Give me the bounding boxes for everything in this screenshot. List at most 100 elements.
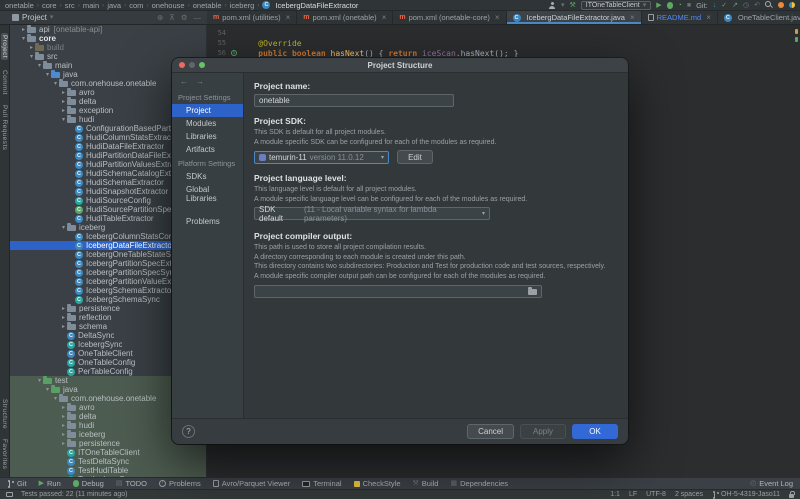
tool-button-avro-parquet-viewer[interactable]: Avro/Parquet Viewer: [213, 479, 291, 488]
tree-item[interactable]: CTestDeltaSync: [10, 457, 206, 466]
history-icon[interactable]: ◷: [743, 2, 749, 9]
editor-tab[interactable]: mpom.xml (utilities)×: [207, 11, 297, 24]
chevron-down-icon[interactable]: ▾: [44, 386, 51, 393]
edit-sdk-button[interactable]: Edit: [397, 150, 433, 164]
file-encoding[interactable]: UTF-8: [646, 491, 666, 498]
run-icon[interactable]: ▶: [656, 2, 661, 9]
collapse-all-icon[interactable]: ⊼: [169, 14, 175, 22]
settings-icon[interactable]: ⚙: [181, 14, 188, 22]
profiler-icon[interactable]: ◔: [678, 2, 682, 9]
chevron-down-icon[interactable]: ▾: [36, 62, 43, 69]
compiler-output-input[interactable]: [254, 285, 542, 298]
tool-button-run[interactable]: ▶Run: [39, 479, 61, 488]
close-icon[interactable]: ×: [495, 13, 500, 22]
zoom-button[interactable]: [199, 62, 205, 68]
forward-icon[interactable]: →: [196, 77, 204, 86]
folder-icon[interactable]: [528, 289, 537, 295]
line-ending[interactable]: LF: [629, 491, 637, 498]
dialog-nav-item-global-libraries[interactable]: Global Libraries: [172, 183, 243, 205]
editor-tab[interactable]: COneTableClient.java×: [718, 11, 800, 24]
project-name-input[interactable]: onetable: [254, 94, 454, 107]
back-icon[interactable]: ←: [180, 77, 188, 86]
dialog-nav-item-project[interactable]: Project: [172, 104, 243, 117]
toolwindow-pull-requests[interactable]: Pull Requests: [1, 105, 8, 150]
dialog-nav-item-libraries[interactable]: Libraries: [172, 130, 243, 143]
dialog-nav-item-sdks[interactable]: SDKs: [172, 170, 243, 183]
chevron-right-icon[interactable]: ▸: [28, 44, 35, 51]
toolwindow-structure[interactable]: Structure: [1, 399, 8, 429]
commit-icon[interactable]: ✓: [721, 2, 727, 9]
build-hammer-icon[interactable]: ⚒: [569, 2, 575, 9]
chevron-right-icon[interactable]: ▸: [60, 431, 67, 438]
ok-button[interactable]: OK: [572, 424, 618, 439]
toolwindow-toggle-icon[interactable]: [6, 492, 13, 497]
close-icon[interactable]: ×: [382, 13, 387, 22]
editor-tab[interactable]: mpom.xml (onetable)×: [297, 11, 393, 24]
breadcrumb-current[interactable]: C IcebergDataFileExtractor: [262, 1, 358, 10]
search-icon[interactable]: [765, 1, 773, 9]
tree-item[interactable]: CTestHudiTable: [10, 466, 206, 475]
caret-position[interactable]: 1:1: [610, 491, 620, 498]
chevron-right-icon[interactable]: ▸: [60, 422, 67, 429]
editor-tab[interactable]: CIcebergDataFileExtractor.java×: [507, 11, 642, 24]
push-icon[interactable]: ↗: [732, 2, 738, 9]
language-level-select[interactable]: SDK default (11 - Local variable syntax …: [254, 207, 490, 220]
readonly-lock-icon[interactable]: [789, 494, 794, 498]
editor-tab[interactable]: README.md×: [642, 11, 718, 24]
minimize-button[interactable]: [189, 62, 195, 68]
chevron-right-icon[interactable]: ▸: [60, 89, 67, 96]
chevron-down-icon[interactable]: ▾: [28, 53, 35, 60]
close-icon[interactable]: ×: [286, 13, 291, 22]
tree-item[interactable]: ▸build: [10, 43, 206, 52]
dialog-nav-item-problems[interactable]: Problems: [172, 215, 243, 228]
close-button[interactable]: [179, 62, 185, 68]
breadcrumb-item[interactable]: src: [65, 1, 75, 10]
help-button[interactable]: ?: [182, 425, 195, 438]
chevron-down-icon[interactable]: ▾: [60, 224, 67, 231]
breadcrumb-item[interactable]: main: [83, 1, 99, 10]
breadcrumb-item[interactable]: com: [129, 1, 143, 10]
chevron-right-icon[interactable]: ▸: [60, 413, 67, 420]
chevron-right-icon[interactable]: ▸: [60, 323, 67, 330]
dialog-nav-item-modules[interactable]: Modules: [172, 117, 243, 130]
project-panel-title[interactable]: Project: [22, 13, 47, 22]
chevron-down-icon[interactable]: ▾: [50, 14, 54, 21]
dialog-nav-item-artifacts[interactable]: Artifacts: [172, 143, 243, 156]
chevron-down-icon[interactable]: ▾: [52, 80, 59, 87]
toolwindow-commit[interactable]: Commit: [1, 70, 8, 95]
tool-button-debug[interactable]: Debug: [73, 479, 104, 488]
chevron-down-icon[interactable]: ▾: [52, 395, 59, 402]
cancel-button[interactable]: Cancel: [467, 424, 514, 439]
tree-item[interactable]: ▾core: [10, 34, 206, 43]
hide-icon[interactable]: —: [194, 14, 202, 22]
breadcrumb-item[interactable]: onehouse: [152, 1, 185, 10]
chevron-right-icon[interactable]: ▸: [60, 404, 67, 411]
tool-button-build[interactable]: ⚒Build: [413, 479, 439, 488]
tool-button-git[interactable]: Git: [7, 479, 27, 488]
gradle-icon[interactable]: [778, 2, 784, 8]
override-icon[interactable]: o: [231, 50, 237, 56]
chevron-down-icon[interactable]: ▾: [36, 377, 43, 384]
tree-item[interactable]: CITOneTableClient: [10, 448, 206, 457]
toolwindow-project[interactable]: Project: [1, 33, 8, 60]
editor-tab[interactable]: mpom.xml (onetable-core)×: [393, 11, 506, 24]
tool-button-checkstyle[interactable]: CheckStyle: [354, 479, 401, 488]
project-sdk-select[interactable]: temurin-11 version 11.0.12 ▾: [254, 151, 389, 164]
stop-icon[interactable]: ■: [687, 2, 691, 9]
rollback-icon[interactable]: ↶: [754, 2, 760, 9]
toolwindow-favorites[interactable]: Favorites: [1, 439, 8, 469]
breadcrumb-item[interactable]: core: [42, 1, 57, 10]
locate-icon[interactable]: ⊕: [157, 14, 163, 22]
tool-button-todo[interactable]: ▤TODO: [116, 479, 147, 488]
tool-button-problems[interactable]: !Problems: [159, 479, 201, 488]
chevron-down-icon[interactable]: ▾: [44, 71, 51, 78]
notifications-icon[interactable]: [789, 2, 795, 8]
run-configuration-select[interactable]: ITOneTableClient ▾: [581, 1, 651, 10]
chevron-down-icon[interactable]: ▾: [60, 116, 67, 123]
close-icon[interactable]: ×: [706, 13, 711, 22]
chevron-right-icon[interactable]: ▸: [60, 98, 67, 105]
update-project-icon[interactable]: ↓: [713, 2, 717, 9]
close-icon[interactable]: ×: [630, 13, 635, 22]
breadcrumb-item[interactable]: onetable: [193, 1, 222, 10]
chevron-right-icon[interactable]: ▸: [60, 305, 67, 312]
